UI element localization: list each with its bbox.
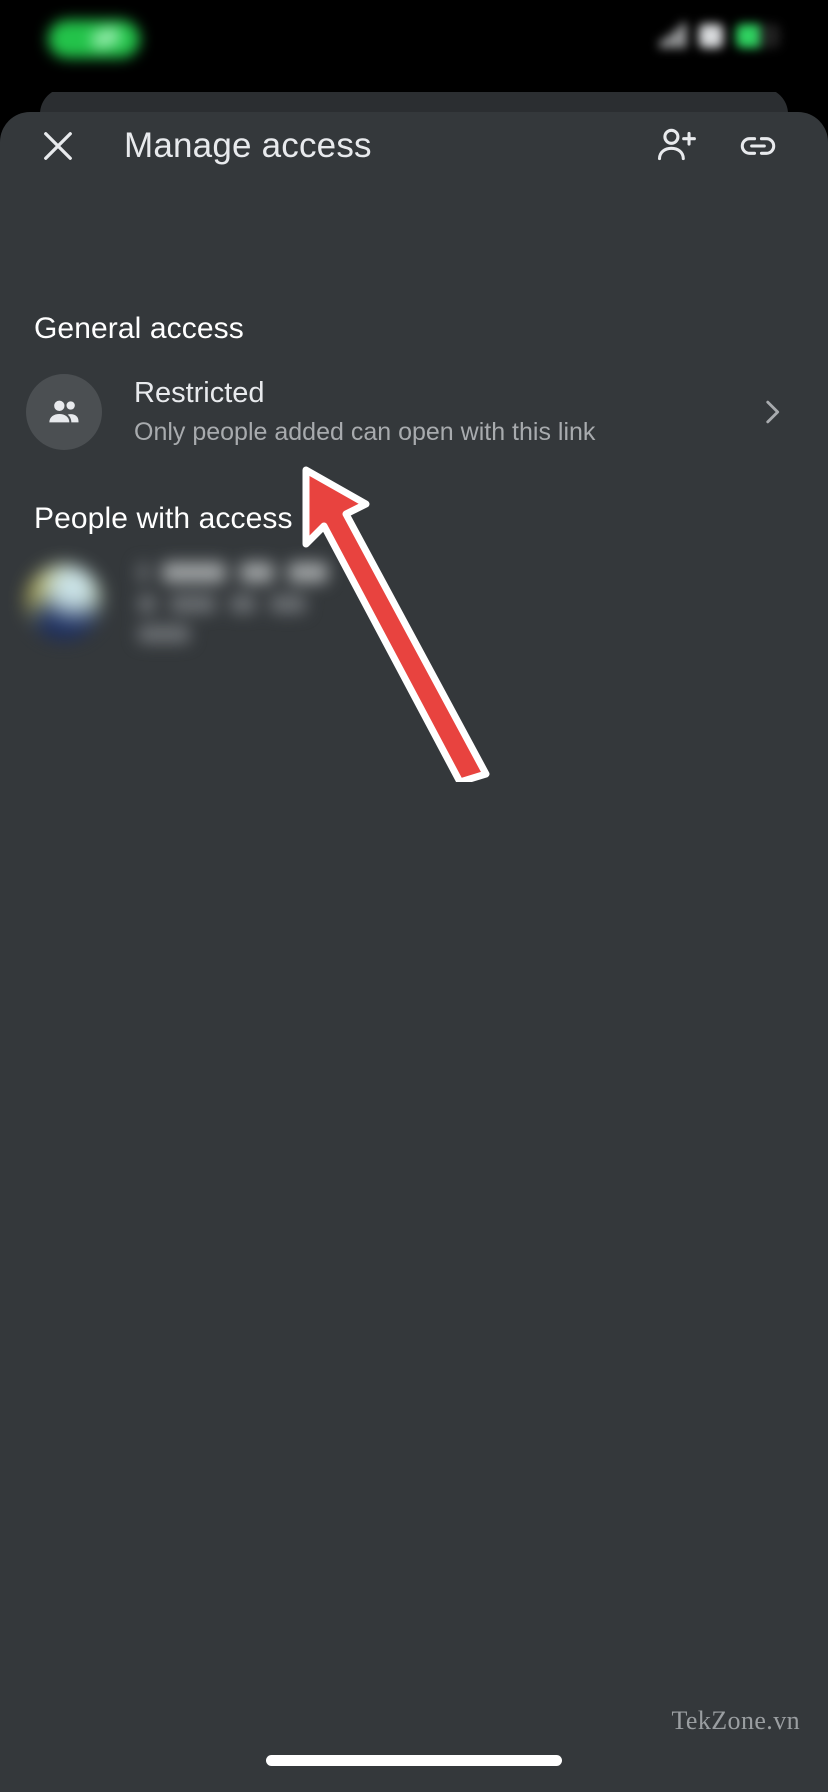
- home-indicator[interactable]: [266, 1755, 562, 1766]
- general-access-title: Restricted: [134, 377, 265, 409]
- battery-icon: [736, 24, 780, 48]
- general-access-chevron-button[interactable]: [752, 392, 792, 432]
- avatar: [26, 564, 102, 640]
- copy-link-button[interactable]: [722, 110, 794, 182]
- close-button[interactable]: [22, 110, 94, 182]
- add-person-button[interactable]: [640, 110, 712, 182]
- wifi-icon: [699, 24, 723, 48]
- general-access-heading: General access: [34, 312, 244, 345]
- person-detail-blurred-2: [138, 625, 328, 643]
- list-item[interactable]: [0, 556, 560, 686]
- general-access-avatar: [26, 374, 102, 450]
- phone-screen: Manage access General access Restricted …: [0, 0, 828, 1792]
- status-bar: [0, 0, 828, 92]
- general-access-row[interactable]: Restricted Only people added can open wi…: [0, 368, 828, 456]
- status-bar-icons: [660, 22, 780, 48]
- page-title: Manage access: [124, 126, 372, 165]
- close-icon: [44, 132, 72, 160]
- people-with-access-heading: People with access: [34, 502, 293, 535]
- watermark: TekZone.vn: [671, 1706, 800, 1735]
- people-group-icon: [49, 400, 79, 423]
- signal-icon: [660, 22, 686, 48]
- app-bar: Manage access: [0, 98, 828, 194]
- chevron-right-icon: [766, 400, 780, 424]
- manage-access-sheet: [0, 112, 828, 1792]
- general-access-subtitle: Only people added can open with this lin…: [134, 418, 596, 446]
- general-access-text-group: Restricted Only people added can open wi…: [134, 373, 595, 451]
- link-icon: [740, 137, 776, 155]
- person-text-group: [138, 562, 328, 643]
- person-add-icon: [657, 128, 696, 161]
- person-detail-blurred: [138, 595, 328, 613]
- camera-cutout-pill: [48, 20, 140, 58]
- person-name-blurred: [138, 562, 328, 583]
